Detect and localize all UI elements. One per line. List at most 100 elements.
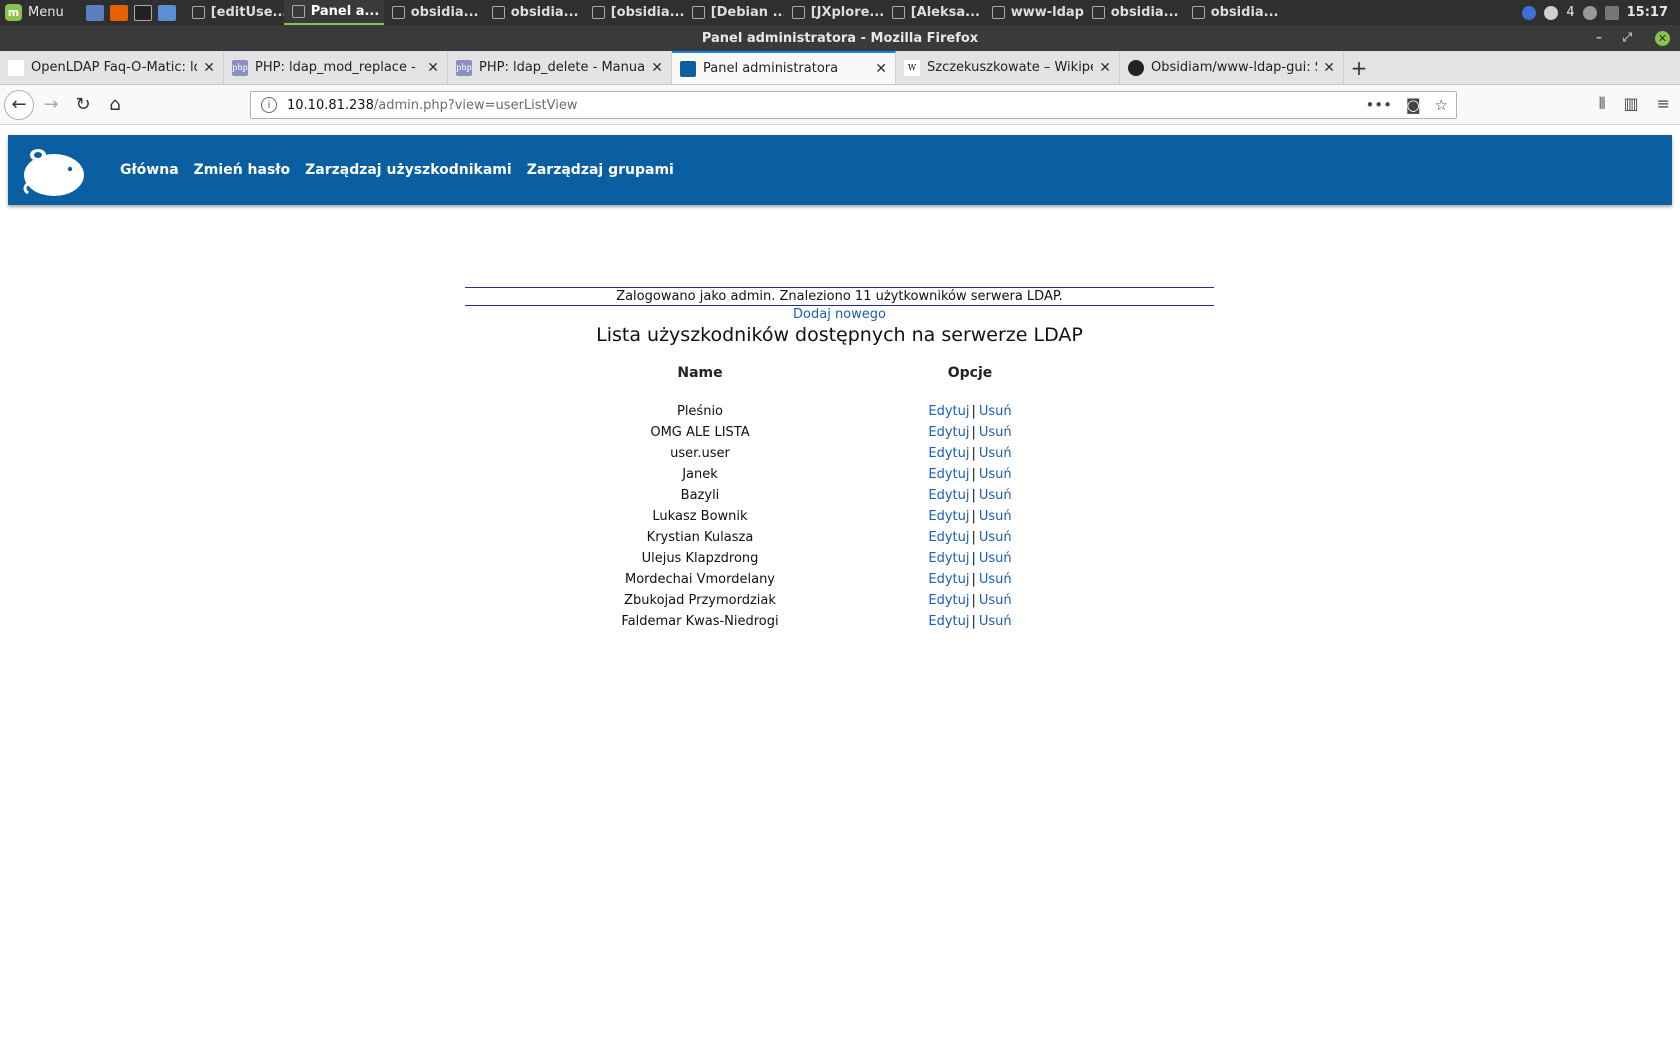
taskbar-window-6[interactable]: [JXplore... — [784, 0, 884, 25]
taskbar-window-0[interactable]: [editUse... — [184, 0, 284, 25]
close-tab-icon[interactable]: ✕ — [651, 60, 663, 76]
page-actions-icon[interactable]: ••• — [1365, 96, 1392, 114]
tab-label: Panel administratora — [703, 61, 839, 76]
browser-tab-4[interactable]: W Szczekuszkowate – Wikipedia ✕ — [896, 51, 1120, 84]
terminal-icon[interactable] — [133, 4, 152, 21]
delete-user-link[interactable]: Usuń — [979, 446, 1012, 461]
browser-tab-3[interactable]: Panel administratora ✕ — [672, 51, 896, 84]
delete-user-link[interactable]: Usuń — [979, 530, 1012, 545]
browser-tab-0[interactable]: OpenLDAP Faq-O-Matic: ldap_add ✕ — [0, 51, 224, 84]
window-app-icon — [691, 6, 705, 19]
user-table: Name Opcje Pleśnio Edytuj | Usuń OMG ALE LIS… — [600, 356, 1140, 632]
nav-manage-groups[interactable]: Zarządzaj grupami — [527, 162, 674, 178]
reload-button[interactable]: ↻ — [68, 90, 98, 120]
taskbar-window-1[interactable]: Panel a... — [283, 0, 384, 25]
delete-user-link[interactable]: Usuń — [979, 404, 1012, 419]
edit-user-link[interactable]: Edytuj — [928, 551, 969, 566]
home-button[interactable]: ⌂ — [100, 90, 130, 120]
table-row: Bazyli Edytuj | Usuń — [600, 485, 1140, 506]
taskbar-window-8[interactable]: www-ldap — [984, 0, 1084, 25]
taskbar-window-5[interactable]: [Debian ... — [684, 0, 784, 25]
show-desktop-icon[interactable] — [85, 4, 104, 21]
taskbar-window-label: [Aleksa... — [910, 5, 980, 20]
bookmark-star-icon[interactable]: ☆ — [1435, 96, 1448, 114]
user-options-cell: Edytuj | Usuń — [800, 464, 1140, 485]
user-name-cell: Lukasz Bownik — [652, 509, 748, 524]
link-separator: | — [971, 530, 976, 545]
edit-user-link[interactable]: Edytuj — [928, 614, 969, 629]
hamburger-menu-icon[interactable]: ≡ — [1657, 94, 1670, 114]
folder-icon[interactable] — [157, 4, 176, 21]
delete-user-link[interactable]: Usuń — [979, 551, 1012, 566]
delete-user-link[interactable]: Usuń — [979, 488, 1012, 503]
nav-change-password[interactable]: Zmień hasło — [194, 162, 290, 178]
firefox-icon[interactable] — [109, 4, 128, 21]
taskbar-window-9[interactable]: obsidia... — [1084, 0, 1184, 25]
edit-user-link[interactable]: Edytuj — [928, 488, 969, 503]
nav-manage-users[interactable]: Zarządzaj użyszkodnikami — [305, 162, 512, 178]
delete-user-link[interactable]: Usuń — [979, 593, 1012, 608]
close-tab-icon[interactable]: ✕ — [427, 60, 439, 76]
edit-user-link[interactable]: Edytuj — [928, 593, 969, 608]
url-bar[interactable]: i 10.10.81.238/admin.php?view=userListVi… — [250, 91, 1457, 119]
taskbar-window-label: obsidia... — [1210, 5, 1279, 20]
window-app-icon — [891, 6, 905, 19]
start-menu-button[interactable]: m Menu — [0, 0, 72, 25]
delete-user-link[interactable]: Usuń — [979, 572, 1012, 587]
forward-button[interactable]: → — [36, 90, 66, 120]
new-tab-button[interactable]: + — [1344, 51, 1374, 84]
clock[interactable]: 15:17 — [1627, 5, 1668, 20]
user-name-cell: Janek — [682, 467, 718, 482]
table-row: Lukasz Bownik Edytuj | Usuń — [600, 506, 1140, 527]
back-button[interactable]: ← — [4, 89, 34, 120]
user-options-cell: Edytuj | Usuń — [800, 485, 1140, 506]
site-nav: Główna Zmień hasło Zarządzaj użyszkodnik… — [120, 135, 689, 205]
taskbar-window-10[interactable]: obsidia... — [1184, 0, 1284, 25]
edit-user-link[interactable]: Edytuj — [928, 509, 969, 524]
edit-user-link[interactable]: Edytuj — [928, 572, 969, 587]
delete-user-link[interactable]: Usuń — [979, 425, 1012, 440]
network-icon[interactable] — [1604, 5, 1619, 20]
edit-user-link[interactable]: Edytuj — [928, 467, 969, 482]
user-icon[interactable] — [1582, 5, 1597, 20]
close-tab-icon[interactable]: ✕ — [203, 60, 215, 76]
url-path: /admin.php?view=userListView — [373, 97, 578, 113]
close-tab-icon[interactable]: ✕ — [1099, 60, 1111, 76]
maximize-icon[interactable]: ⤢ — [1622, 30, 1632, 45]
hamster-logo-icon[interactable] — [18, 143, 88, 199]
library-icon[interactable]: ⫴ — [1599, 94, 1606, 114]
edit-user-link[interactable]: Edytuj — [928, 404, 969, 419]
github-icon — [1128, 59, 1144, 76]
page-title: Lista użyszkodników dostępnych na serwer… — [596, 324, 1083, 346]
start-menu-label: Menu — [28, 5, 64, 20]
edit-user-link[interactable]: Edytuj — [928, 530, 969, 545]
edit-user-link[interactable]: Edytuj — [928, 425, 969, 440]
delete-user-link[interactable]: Usuń — [979, 467, 1012, 482]
sidebar-icon[interactable]: ▥ — [1623, 94, 1638, 114]
close-tab-icon[interactable]: ✕ — [1323, 60, 1335, 76]
add-new-user-link[interactable]: Dodaj nowego — [465, 307, 1214, 322]
browser-tab-5[interactable]: Obsidiam/www-ldap-gui: Simple ✕ — [1120, 51, 1344, 84]
shield-icon[interactable] — [1522, 5, 1537, 20]
taskbar-window-7[interactable]: [Aleksa... — [884, 0, 984, 25]
taskbar-window-label: www-ldap — [1010, 5, 1084, 20]
taskbar-window-4[interactable]: [obsidia... — [584, 0, 684, 25]
tab-label: PHP: ldap_delete - Manual — [479, 60, 646, 75]
browser-tab-1[interactable]: php PHP: ldap_mod_replace - Manual ✕ — [224, 51, 448, 84]
site-info-icon[interactable]: i — [261, 97, 277, 113]
pocket-icon[interactable]: ◙ — [1406, 96, 1421, 114]
table-row: Krystian Kulasza Edytuj | Usuń — [600, 527, 1140, 548]
close-window-icon[interactable]: ✕ — [1655, 31, 1670, 46]
delete-user-link[interactable]: Usuń — [979, 614, 1012, 629]
browser-tab-2[interactable]: php PHP: ldap_delete - Manual ✕ — [448, 51, 672, 84]
notification-icon[interactable] — [1544, 5, 1559, 20]
table-row: Faldemar Kwas-Niedrogi Edytuj | Usuń — [600, 611, 1140, 632]
nav-home[interactable]: Główna — [120, 162, 179, 178]
taskbar-window-3[interactable]: obsidia... — [484, 0, 584, 25]
minimize-icon[interactable]: – — [1596, 30, 1602, 44]
delete-user-link[interactable]: Usuń — [979, 509, 1012, 524]
link-separator: | — [971, 509, 976, 524]
close-tab-icon[interactable]: ✕ — [875, 61, 887, 77]
taskbar-window-2[interactable]: obsidia... — [384, 0, 484, 25]
edit-user-link[interactable]: Edytuj — [928, 446, 969, 461]
